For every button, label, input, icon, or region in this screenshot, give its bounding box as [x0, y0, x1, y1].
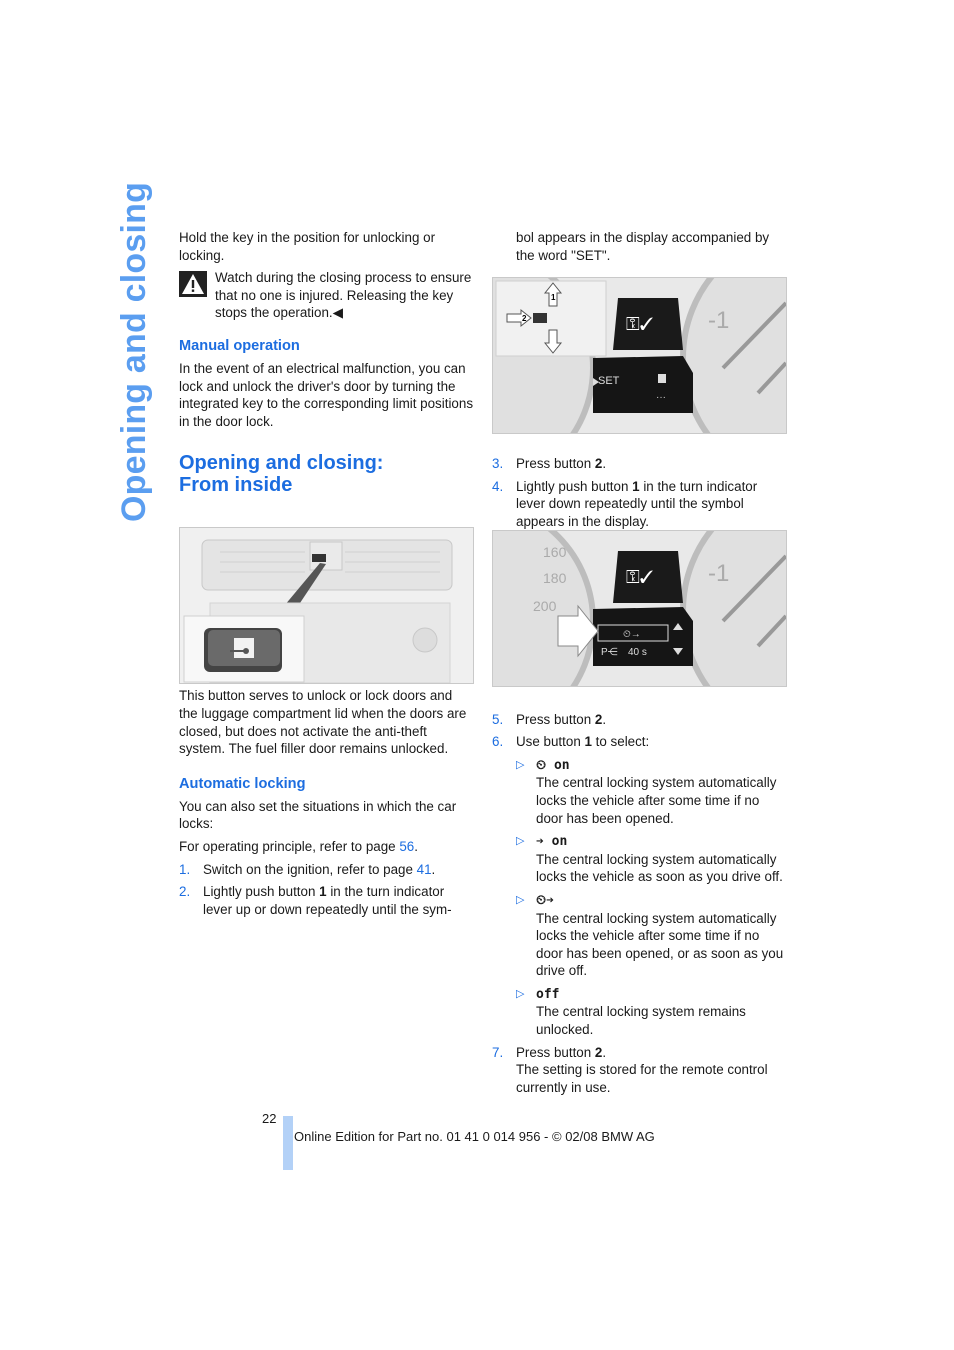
end-mark-icon: ◀ — [332, 305, 343, 321]
automatic-locking-text: You can also set the situations in which… — [179, 798, 457, 832]
warning-note: Watch during the closing process to ensu… — [179, 269, 474, 327]
svg-text:⏲→: ⏲→ — [623, 629, 641, 640]
step-item: 6. Use button 1 to select: — [492, 734, 650, 750]
timer-on-symbol: ⏲ on — [536, 757, 570, 773]
manual-operation-text: In the event of an electrical malfunctio… — [179, 360, 474, 429]
footer-accent-bar — [283, 1116, 293, 1170]
intro-text: Hold the key in the position for unlocki… — [179, 230, 436, 263]
button-description: This button serves to unlock or lock doo… — [179, 688, 467, 757]
warning-triangle-icon — [179, 271, 207, 298]
off-symbol: off — [536, 986, 560, 1002]
automatic-locking-heading: Automatic locking — [179, 775, 306, 792]
svg-text:200: 200 — [533, 598, 557, 614]
step-item: 2. Lightly push button 1 in the turn indi… — [179, 884, 452, 917]
continued-text: bol appears in the display accompanied b… — [516, 230, 770, 263]
manual-operation-heading: Manual operation — [179, 337, 300, 354]
display-set-text: SET — [598, 375, 620, 387]
step-item: 7. Press button 2. The setting is stored f… — [492, 1044, 768, 1095]
step-item: 3. Press button 2. — [492, 456, 607, 472]
figure-set-display: -1 ⚿✓ SET ··· 2 1 — [492, 277, 787, 434]
page-link-56[interactable]: 56 — [399, 839, 414, 854]
svg-text:180: 180 — [543, 570, 567, 586]
svg-text:⚿✓: ⚿✓ — [626, 314, 653, 334]
option-item: ▷ ⏲ on The central locking system automati… — [516, 757, 777, 826]
option-item: ▷ off The central locking system remains u… — [516, 986, 746, 1038]
svg-text:1: 1 — [551, 293, 556, 302]
option-item: ▷ ⏲➔ The central locking system automatica… — [516, 892, 784, 979]
warning-text: Watch during the closing process to ensu… — [215, 270, 472, 321]
svg-text:···: ··· — [656, 392, 666, 403]
options-list: ▷ ⏲ on The central locking system automati… — [516, 756, 788, 1039]
step-item: 5. Press button 2. — [492, 711, 607, 727]
bullet-triangle-icon: ▷ — [516, 758, 525, 771]
bullet-triangle-icon: ▷ — [516, 893, 525, 906]
figure-timer-display: 160 180 200 -1 ⚿✓ ⏲→ P⋲ 40 s — [492, 530, 787, 687]
section-heading: Opening and closing: From inside — [179, 452, 384, 497]
figure-center-console — [179, 527, 474, 684]
display-time-text: 40 s — [628, 647, 647, 658]
svg-text:160: 160 — [543, 544, 567, 560]
steps-list-3: 5. Press button 2. 6. Use button 1 to sele… — [492, 711, 788, 751]
svg-text:2: 2 — [522, 314, 527, 323]
steps-list-2: 3. Press button 2. 4. Lightly push button … — [492, 455, 788, 530]
timer-drive-symbol: ⏲➔ — [536, 892, 554, 908]
page-link-41[interactable]: 41 — [417, 862, 432, 877]
chapter-side-title: Opening and closing — [115, 181, 153, 522]
bullet-triangle-icon: ▷ — [516, 987, 525, 1000]
steps-list-1: 1. Switch on the ignition, refer to page … — [179, 861, 474, 919]
svg-text:⚿✓: ⚿✓ — [626, 567, 653, 587]
steps-list-4: 7. Press button 2. The setting is stored f… — [492, 1044, 788, 1097]
operating-principle-ref: For operating principle, refer to page 5… — [179, 838, 418, 854]
svg-text:-1: -1 — [708, 307, 729, 334]
page-number: 22 — [262, 1111, 277, 1126]
bullet-triangle-icon: ▷ — [516, 835, 525, 848]
svg-text:-1: -1 — [708, 560, 729, 587]
drive-on-symbol: ➔ on — [536, 834, 568, 850]
footer-edition-text: Online Edition for Part no. 01 41 0 014 … — [294, 1129, 655, 1144]
option-item: ▷ ➔ on The central locking system automati… — [516, 834, 783, 885]
step-item: 4. Lightly push button 1 in the turn indi… — [492, 478, 758, 529]
step-item: 1. Switch on the ignition, refer to page … — [179, 861, 436, 877]
svg-text:P⋲: P⋲ — [601, 647, 618, 658]
